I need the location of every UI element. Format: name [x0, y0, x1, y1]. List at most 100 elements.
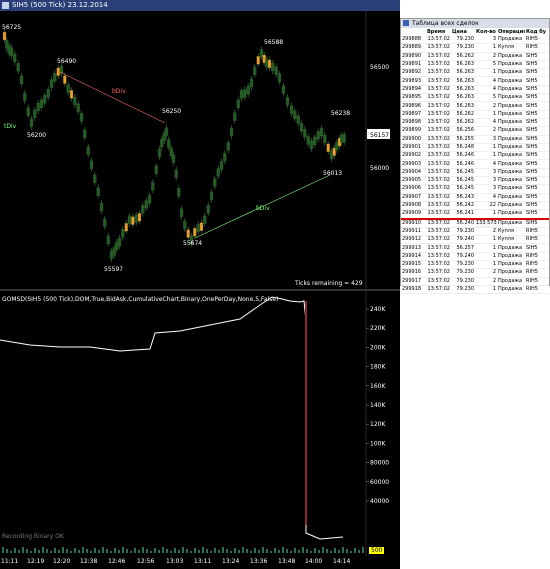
- candle: [171, 154, 176, 163]
- candle: [2, 31, 7, 41]
- column-header[interactable]: Операция: [497, 28, 525, 36]
- trade-row[interactable]: 299914 13:57:02 79.240 1 Продажа RIH5: [401, 252, 549, 262]
- trade-row[interactable]: 299899 13:57:02 56.256 2 Продажа SIH5: [401, 126, 549, 136]
- candle: [79, 113, 84, 122]
- trade-row[interactable]: 299888 13:57:02 79.230 3 Продажа RIH5: [401, 36, 549, 45]
- indicator-axis-label: 120K: [370, 421, 386, 428]
- trade-row[interactable]: 299906 13:57:02 56.245 3 Продажа SIH5: [401, 184, 549, 194]
- trade-cell: 299889: [401, 43, 426, 53]
- delta-bar: [154, 548, 156, 553]
- time-label: 12:56: [137, 558, 155, 565]
- candle: [89, 160, 94, 169]
- price-chart[interactable]: 56500 56000 56157 56725 56490 56200 5658…: [0, 11, 400, 289]
- trade-cell: 299892: [401, 68, 426, 78]
- column-header[interactable]: Код бу: [525, 28, 549, 36]
- indicator-chart[interactable]: 240K 220K 200K 180K 160K 140K 120K 100K 80000 600…: [0, 291, 400, 556]
- delta-bar: [150, 551, 152, 553]
- trade-cell: 1: [475, 43, 497, 53]
- trade-row[interactable]: 299889 13:57:02 79.230 1 Купля RIH5: [401, 43, 549, 53]
- candle: [33, 109, 37, 118]
- candle: [19, 75, 24, 85]
- trade-cell: Продажа: [497, 168, 525, 178]
- trade-row[interactable]: 299918 13:57:02 79.230 1 Продажа RIH5: [401, 285, 549, 295]
- trade-row[interactable]: 299915 13:57:02 79.230 1 Продажа RIH5: [401, 260, 549, 270]
- price-annotation: 56588: [264, 39, 283, 46]
- trade-row[interactable]: 299901 13:57:02 56.248 1 Продажа SIH5: [401, 143, 549, 153]
- delta-bar: [10, 551, 12, 553]
- delta-bar: [338, 550, 340, 553]
- trade-cell: Продажа: [497, 277, 525, 286]
- trades-titlebar[interactable]: Таблица всех сделок: [401, 19, 549, 28]
- trade-cell: SIH5: [525, 52, 549, 61]
- candle: [206, 205, 210, 214]
- trade-row[interactable]: 299903 13:57:02 56.246 4 Продажа SIH5: [401, 159, 549, 169]
- trade-row[interactable]: 299890 13:57:02 56.262 2 Продажа SIH5: [401, 52, 549, 61]
- column-header[interactable]: [401, 28, 426, 36]
- trade-row[interactable]: 299908 13:57:02 56.242 22 Продажа SIH5: [401, 201, 549, 211]
- indicator-axis-label: 80000: [370, 460, 389, 467]
- trade-row[interactable]: 299897 13:57:02 56.262 1 Продажа SIH5: [401, 110, 549, 119]
- trade-cell: 1: [475, 68, 497, 78]
- trade-row[interactable]: 299900 13:57:02 56.255 3 Продажа SIH5: [401, 135, 549, 144]
- trade-cell: Продажа: [497, 36, 525, 45]
- trade-row[interactable]: 299917 13:57:02 79.230 2 Продажа RIH5: [401, 277, 549, 286]
- trade-cell: Продажа: [497, 176, 525, 186]
- column-header[interactable]: Цена: [451, 28, 475, 36]
- trade-cell: 4: [475, 85, 497, 95]
- trade-row[interactable]: 299891 13:57:02 56.263 5 Продажа SIH5: [401, 60, 549, 70]
- trades-table[interactable]: Время Цена Кол-во Операция Код бу 299888 13:5…: [401, 28, 549, 295]
- trade-cell: 299900: [401, 135, 426, 144]
- trade-cell: 5: [475, 60, 497, 70]
- trade-row[interactable]: 299913 13:57:02 56.257 1 Продажа SIH5: [401, 243, 549, 253]
- trade-cell: 2: [475, 126, 497, 136]
- trade-row[interactable]: 299907 13:57:02 56.243 4 Продажа SIH5: [401, 193, 549, 202]
- trade-cell: RIH5: [525, 277, 549, 286]
- trade-row[interactable]: 299896 13:57:02 56.263 2 Продажа SIH5: [401, 101, 549, 111]
- delta-bar: [294, 548, 296, 553]
- trade-row[interactable]: 299910 13:57:02 56.240 133 573 Продажа SIH5: [401, 218, 549, 228]
- column-header[interactable]: Время: [426, 28, 451, 36]
- delta-bar: [194, 548, 196, 553]
- trade-row[interactable]: 299893 13:57:02 56.263 4 Продажа SIH5: [401, 76, 549, 86]
- candle: [26, 107, 30, 116]
- chart-titlebar[interactable]: SIH5 (500 Tick) 23.12.2014: [0, 0, 400, 11]
- trade-cell: Продажа: [497, 159, 525, 169]
- candle: [93, 174, 97, 183]
- candle: [313, 136, 317, 146]
- delta-bar: [66, 549, 68, 553]
- trade-row[interactable]: 299902 13:57:02 56.246 1 Продажа SIH5: [401, 151, 549, 161]
- candle: [96, 187, 100, 196]
- trade-cell: 56.245: [451, 184, 475, 194]
- candle: [342, 133, 346, 143]
- trade-row[interactable]: 299909 13:57:02 56.241 1 Продажа SIH5: [401, 209, 549, 220]
- trade-cell: 13:57:02: [426, 118, 451, 128]
- delta-bar: [166, 549, 168, 553]
- candle: [106, 235, 110, 245]
- candle: [174, 169, 178, 178]
- delta-bar: [350, 551, 352, 553]
- trade-row[interactable]: 299892 13:57:02 56.263 1 Продажа SIH5: [401, 68, 549, 78]
- trade-row[interactable]: 299911 13:57:02 79.230 2 Купля RIH5: [401, 227, 549, 237]
- delta-bar: [354, 548, 356, 553]
- delta-bar: [318, 550, 320, 553]
- delta-bar: [182, 547, 184, 553]
- delta-bar: [78, 550, 80, 553]
- trade-row[interactable]: 299894 13:57:02 56.263 4 Продажа SIH5: [401, 85, 549, 95]
- trade-row[interactable]: 299895 13:57:02 56.263 5 Продажа SIH5: [401, 93, 549, 103]
- price-axis-label: 56000: [370, 165, 389, 172]
- indicator-axis-label: 220K: [370, 325, 386, 332]
- candle: [177, 188, 181, 197]
- candle: [16, 63, 20, 72]
- trade-row[interactable]: 299916 13:57:02 79.230 2 Продажа RIH5: [401, 268, 549, 278]
- column-header[interactable]: Кол-во: [475, 28, 497, 36]
- trade-row[interactable]: 299905 13:57:02 56.245 3 Продажа SIH5: [401, 176, 549, 186]
- candle: [203, 215, 207, 224]
- price-annotation: 56238: [331, 110, 350, 117]
- trade-cell: 56.263: [451, 85, 475, 95]
- delta-bar: [230, 551, 232, 553]
- trade-cell: 299909: [401, 209, 426, 220]
- trade-row[interactable]: 299898 13:57:02 56.262 4 Продажа SIH5: [401, 118, 549, 128]
- trade-row[interactable]: 299912 13:57:02 79.240 1 Купля RIH5: [401, 235, 549, 245]
- trade-row[interactable]: 299904 13:57:02 56.245 3 Продажа SIH5: [401, 168, 549, 178]
- candle: [253, 66, 257, 76]
